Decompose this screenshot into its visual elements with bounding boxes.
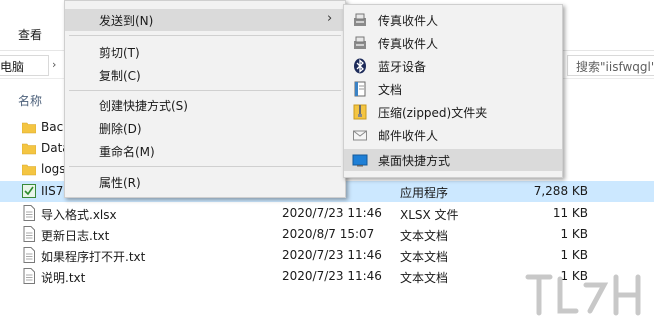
- search-input[interactable]: 搜索"iisfwqgl": [567, 55, 654, 76]
- file-row[interactable]: 更新日志.txt 2020/8/7 15:07 文本文档 1 KB: [0, 224, 654, 245]
- address-field[interactable]: 此电脑: [0, 55, 49, 76]
- file-size: 7,288 KB: [533, 184, 588, 198]
- send-to-fax-1[interactable]: 传真收件人: [344, 9, 562, 31]
- breadcrumb: 此电脑: [0, 60, 25, 74]
- folder-icon: [22, 164, 36, 176]
- file-row[interactable]: 导入格式.xlsx 2020/7/23 11:46 XLSX 文件 11 KB: [0, 203, 654, 224]
- menu-item-cut[interactable]: 剪切(T): [65, 41, 345, 63]
- send-to-zip[interactable]: 压缩(zipped)文件夹: [344, 101, 562, 123]
- bluetooth-icon: [354, 58, 366, 74]
- send-to-desktop[interactable]: 桌面快捷方式: [344, 149, 562, 171]
- send-to-submenu: 传真收件人 传真收件人 蓝牙设备 文档 压缩(zipped)文件夹 邮件收件人 …: [343, 4, 563, 178]
- chevron-right-icon[interactable]: ›: [52, 58, 56, 71]
- file-date: 2020/7/23 11:46: [282, 206, 382, 220]
- menu-item-rename[interactable]: 重命名(M): [65, 140, 345, 162]
- menu-separator: [69, 90, 341, 91]
- file-icon: [23, 226, 35, 242]
- document-icon: [354, 81, 366, 97]
- file-size: 11 KB: [552, 206, 588, 220]
- file-type: 文本文档: [400, 271, 449, 285]
- file-row[interactable]: 如果程序打不开.txt 2020/7/23 11:46 文本文档 1 KB: [0, 245, 654, 266]
- file-type: 文本文档: [400, 250, 449, 264]
- context-menu: 发送到(N) › 剪切(T) 复制(C) 创建快捷方式(S) 删除(D) 重命名…: [64, 0, 346, 198]
- menu-item-delete[interactable]: 删除(D): [65, 117, 345, 139]
- send-to-fax-2[interactable]: 传真收件人: [344, 32, 562, 54]
- file-date: 2020/7/23 11:46: [282, 248, 382, 262]
- watermark-logo: [525, 274, 641, 316]
- file-icon: [23, 205, 35, 221]
- send-to-mail[interactable]: 邮件收件人: [344, 124, 562, 146]
- column-header-name[interactable]: 名称: [18, 92, 42, 109]
- file-name: 如果程序打不开.txt: [41, 250, 146, 264]
- file-type: 应用程序: [400, 186, 449, 200]
- file-type: XLSX 文件: [400, 208, 459, 222]
- folder-icon: [22, 143, 36, 155]
- menu-separator: [69, 166, 341, 167]
- search-placeholder: 搜索"iisfwqgl": [576, 60, 654, 74]
- menu-separator: [69, 35, 341, 36]
- send-to-bluetooth[interactable]: 蓝牙设备: [344, 55, 562, 77]
- file-name: 导入格式.xlsx: [41, 208, 117, 222]
- folder-icon: [22, 122, 36, 134]
- zip-folder-icon: [353, 104, 367, 120]
- send-to-documents[interactable]: 文档: [344, 78, 562, 100]
- mail-icon: [353, 130, 367, 141]
- file-name: 说明.txt: [41, 271, 86, 285]
- menu-item-send-to[interactable]: 发送到(N) ›: [65, 9, 345, 31]
- file-name: 更新日志.txt: [41, 229, 110, 243]
- file-name: IIS7: [41, 184, 64, 198]
- file-date: 2020/8/7 15:07: [282, 227, 375, 241]
- menu-item-properties[interactable]: 属性(R): [65, 171, 345, 193]
- tab-view[interactable]: 查看: [18, 26, 42, 43]
- desktop-icon: [352, 154, 368, 167]
- file-type: 文本文档: [400, 229, 449, 243]
- file-size: 1 KB: [560, 248, 588, 262]
- fax-icon: [354, 13, 366, 26]
- file-date: 2020/7/23 11:46: [282, 269, 382, 283]
- menu-item-copy[interactable]: 复制(C): [65, 64, 345, 86]
- application-icon: [22, 184, 36, 198]
- file-icon: [23, 268, 35, 284]
- chevron-right-icon: ›: [327, 11, 333, 26]
- file-name: logs: [41, 162, 66, 176]
- file-icon: [23, 247, 35, 263]
- file-size: 1 KB: [560, 227, 588, 241]
- menu-item-create-shortcut[interactable]: 创建快捷方式(S): [65, 94, 345, 116]
- fax-icon: [354, 36, 366, 49]
